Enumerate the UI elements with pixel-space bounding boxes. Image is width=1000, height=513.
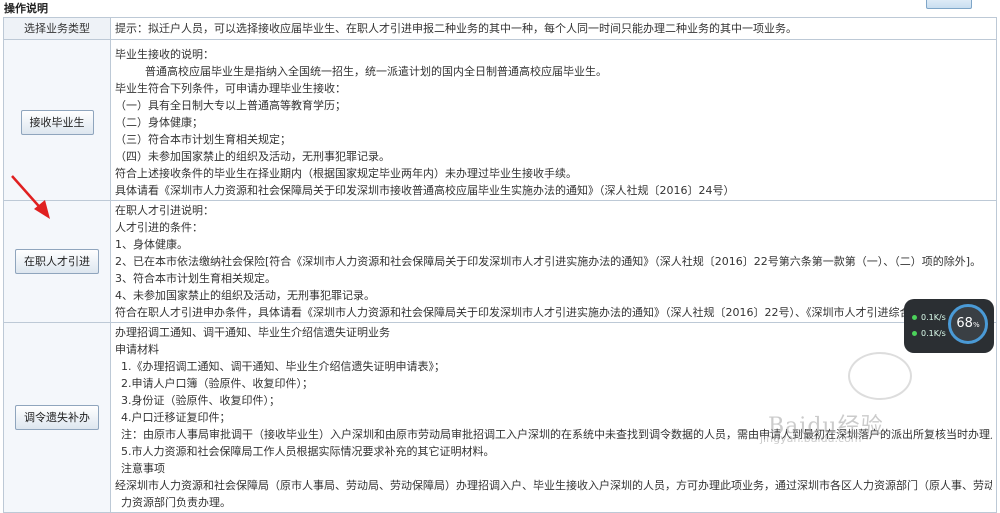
watermark-logo-icon	[848, 352, 912, 400]
text-line: 4、未参加国家禁止的组织及活动，无刑事犯罪记录。	[115, 289, 375, 302]
lost-cell: 调令遗失补办	[3, 322, 111, 513]
text-line: 毕业生符合下列条件，可申请办理毕业生接收：	[115, 82, 346, 95]
business-type-label: 选择业务类型	[3, 17, 111, 40]
lost-reissue-button[interactable]: 调令遗失补办	[15, 405, 99, 430]
upload-speed-value: 0.1K/s	[921, 313, 946, 322]
text-line: （二）身体健康；	[115, 116, 203, 129]
memory-percent: 68	[956, 316, 973, 331]
network-monitor-widget[interactable]: 0.1K/s 0.1K/s 68%	[904, 299, 994, 353]
text-line: 2、已在本市依法缴纳社会保险[符合《深圳市人力资源和社会保障局关于印发深圳市人才…	[115, 255, 982, 268]
text-line: 毕业生接收的说明：	[115, 48, 214, 61]
talent-description: 在职人才引进说明： 人才引进的条件： 1、身体健康。 2、已在本市依法缴纳社会保…	[110, 200, 997, 323]
text-line: 注意事项	[121, 462, 165, 475]
text-line: 具体请看《深圳市人力资源和社会保障局关于印发深圳市接收普通高校应届毕业生实施办法…	[115, 184, 735, 197]
text-line: 5.市人力资源和社会保障局工作人员根据实际情况要求补充的其它证明材料。	[121, 445, 495, 458]
text-line: （三）符合本市计划生育相关规定；	[115, 133, 291, 146]
text-line: 在职人才引进说明：	[115, 204, 214, 217]
text-line: 3、符合本市计划生育相关规定。	[115, 272, 276, 285]
table-row-graduate: 接收毕业生 毕业生接收的说明： 普通高校应届毕业生是指纳入全国统一招生，统一派遣…	[3, 39, 997, 201]
table-row-type: 选择业务类型 提示：拟迁户人员，可以选择接收应届毕业生、在职人才引进申报二种业务…	[3, 17, 997, 40]
table-row-talent: 在职人才引进 在职人才引进说明： 人才引进的条件： 1、身体健康。 2、已在本市…	[3, 200, 997, 323]
status-dot-icon	[912, 331, 917, 336]
watermark-url: jingyan.baidu.com	[760, 432, 862, 445]
section-title: 操作说明	[4, 2, 48, 15]
memory-percent-unit: %	[972, 321, 980, 329]
text-line: 1、身体健康。	[115, 238, 188, 251]
top-action-button[interactable]	[926, 0, 972, 9]
text-line: 符合在职人才引进申办条件，具体请看《深圳市人力资源和社会保障局关于印发深圳市人才…	[115, 306, 977, 319]
text-line: 经深圳市人力资源和社会保障局（原市人事局、劳动局、劳动保障局）办理招调入户、毕业…	[115, 479, 992, 492]
text-line: 力资源部门负责办理。	[121, 496, 231, 509]
text-line: 普通高校应届毕业生是指纳入全国统一招生，统一派遣计划的国内全日制普通高校应届毕业…	[145, 65, 607, 78]
download-speed-value: 0.1K/s	[921, 329, 946, 338]
text-line: 符合上述接收条件的毕业生在择业期内（根据国家规定毕业两年内）未办理过毕业生接收手…	[115, 167, 577, 180]
talent-cell: 在职人才引进	[3, 200, 111, 323]
graduate-description: 毕业生接收的说明： 普通高校应届毕业生是指纳入全国统一招生，统一派遣计划的国内全…	[110, 39, 997, 201]
download-speed: 0.1K/s	[912, 329, 946, 338]
text-line: 办理招调工通知、调干通知、毕业生介绍信遗失证明业务	[115, 326, 390, 339]
receive-graduate-button[interactable]: 接收毕业生	[20, 110, 94, 135]
talent-introduction-button[interactable]: 在职人才引进	[15, 249, 99, 274]
text-line: 申请材料	[115, 343, 159, 356]
text-line: （四）未参加国家禁止的组织及活动，无刑事犯罪记录。	[115, 150, 390, 163]
text-line: 人才引进的条件：	[115, 221, 203, 234]
graduate-cell: 接收毕业生	[3, 39, 111, 201]
upload-speed: 0.1K/s	[912, 313, 946, 322]
text-line: （一）具有全日制大专以上普通高等教育学历；	[115, 99, 346, 112]
status-dot-icon	[912, 315, 917, 320]
business-type-hint: 提示：拟迁户人员，可以选择接收应届毕业生、在职人才引进申报二种业务的其中一种，每…	[110, 17, 997, 40]
memory-gauge: 68%	[948, 304, 988, 344]
